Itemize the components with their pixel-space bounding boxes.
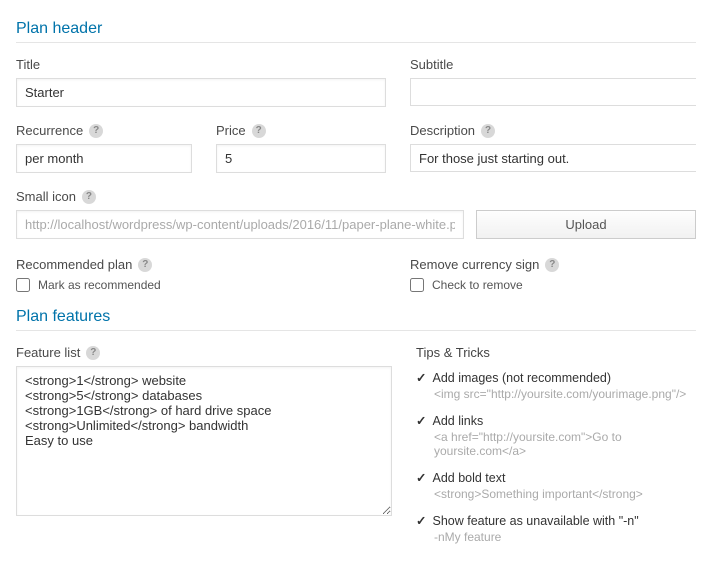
tips-title: Tips & Tricks	[416, 345, 696, 360]
remove-currency-checkbox[interactable]	[410, 278, 424, 292]
recommended-checkbox-row[interactable]: Mark as recommended	[16, 278, 386, 292]
subtitle-input[interactable]	[410, 78, 696, 106]
remove-currency-checkbox-row[interactable]: Check to remove	[410, 278, 696, 292]
tip-head: Add images (not recommended)	[416, 370, 696, 385]
remove-currency-checkbox-label: Check to remove	[432, 278, 523, 292]
recommended-checkbox-label: Mark as recommended	[38, 278, 161, 292]
tip-code: <a href="http://yoursite.com">Go to your…	[416, 430, 696, 458]
help-icon[interactable]: ?	[252, 124, 266, 138]
help-icon[interactable]: ?	[138, 258, 152, 272]
tip-head: Add links	[416, 413, 696, 428]
tip-item: Add links <a href="http://yoursite.com">…	[416, 413, 696, 458]
tip-item: Add images (not recommended) <img src="h…	[416, 370, 696, 401]
recommended-label: Recommended plan?	[16, 257, 386, 272]
tip-head: Add bold text	[416, 470, 696, 485]
help-icon[interactable]: ?	[82, 190, 96, 204]
tip-code: <img src="http://yoursite.com/yourimage.…	[416, 387, 696, 401]
tip-code: <strong>Something important</strong>	[416, 487, 696, 501]
help-icon[interactable]: ?	[481, 124, 495, 138]
section-plan-header: Plan header	[16, 20, 696, 38]
divider	[16, 42, 696, 43]
help-icon[interactable]: ?	[86, 346, 100, 360]
title-label: Title	[16, 57, 386, 72]
price-input[interactable]	[216, 144, 386, 173]
description-label: Description?	[410, 123, 696, 138]
divider	[16, 330, 696, 331]
section-plan-features: Plan features	[16, 308, 696, 326]
description-input[interactable]: For those just starting out.	[410, 144, 696, 172]
feature-list-label: Feature list?	[16, 345, 392, 360]
title-input[interactable]	[16, 78, 386, 107]
tip-head: Show feature as unavailable with "-n"	[416, 513, 696, 528]
feature-list-textarea[interactable]	[16, 366, 392, 516]
tip-code: -nMy feature	[416, 530, 696, 544]
help-icon[interactable]: ?	[545, 258, 559, 272]
tip-item: Add bold text <strong>Something importan…	[416, 470, 696, 501]
recommended-checkbox[interactable]	[16, 278, 30, 292]
subtitle-label: Subtitle	[410, 57, 696, 72]
recurrence-input[interactable]	[16, 144, 192, 173]
remove-currency-label: Remove currency sign?	[410, 257, 696, 272]
upload-button[interactable]: Upload	[476, 210, 696, 239]
help-icon[interactable]: ?	[89, 124, 103, 138]
recurrence-label: Recurrence?	[16, 123, 192, 138]
tip-item: Show feature as unavailable with "-n" -n…	[416, 513, 696, 544]
small-icon-input[interactable]	[16, 210, 464, 239]
small-icon-label: Small icon?	[16, 189, 696, 204]
price-label: Price?	[216, 123, 386, 138]
